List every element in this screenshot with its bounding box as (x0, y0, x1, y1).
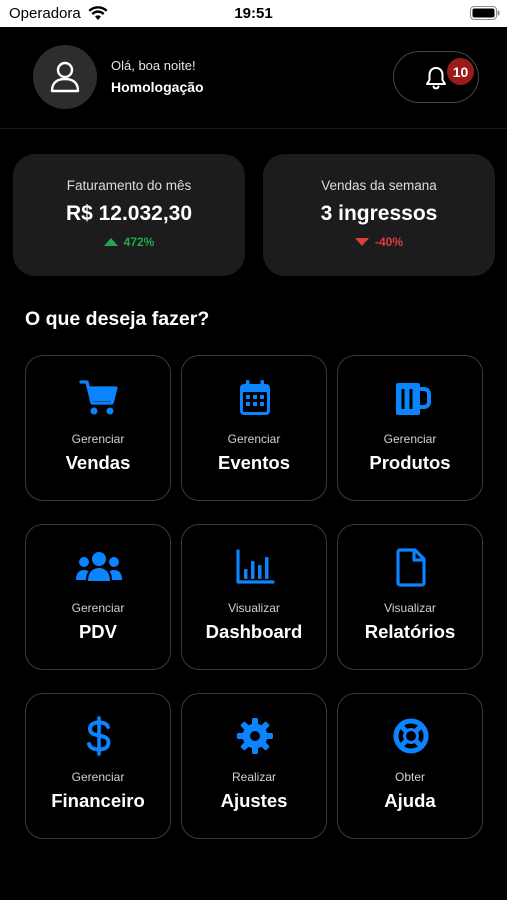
stat-change-value: -40% (374, 235, 403, 249)
clock: 19:51 (234, 5, 273, 22)
avatar[interactable] (33, 45, 97, 109)
tile-subtitle: Gerenciar (383, 432, 437, 446)
tile-title: Eventos (218, 452, 290, 473)
stat-card-weekly-sales: Vendas da semana 3 ingressos -40% (263, 154, 495, 276)
tile-subtitle: Visualizar (228, 601, 280, 615)
greeting-text: Olá, boa noite! (111, 58, 196, 73)
action-tile-eventos[interactable]: Gerenciar Eventos (181, 355, 327, 501)
notification-badge: 10 (447, 58, 474, 85)
tile-title: Dashboard (205, 621, 303, 642)
stat-card-monthly-revenue: Faturamento do mês R$ 12.032,30 472% (13, 154, 245, 276)
tile-subtitle: Obter (394, 770, 425, 784)
action-tile-pdv[interactable]: Gerenciar PDV (25, 524, 171, 670)
trend-down-icon (354, 238, 369, 246)
tile-subtitle: Gerenciar (71, 432, 125, 446)
stat-label: Vendas da semana (321, 178, 437, 193)
tile-title: Vendas (65, 452, 131, 473)
tile-subtitle: Visualizar (384, 601, 436, 615)
tile-title: Ajustes (220, 790, 288, 811)
action-tile-ajustes[interactable]: Realizar Ajustes (181, 693, 327, 839)
header-divider (0, 128, 507, 129)
tile-subtitle: Gerenciar (71, 770, 125, 784)
tile-subtitle: Realizar (231, 770, 276, 784)
tile-title: PDV (78, 621, 118, 642)
status-bar: Operadora 19:51 (0, 0, 507, 27)
bar-chart-icon (236, 549, 275, 584)
action-tile-produtos[interactable]: Gerenciar Produtos (337, 355, 483, 501)
calendar-icon (240, 380, 270, 415)
user-icon (50, 61, 80, 93)
lifebuoy-icon (393, 718, 429, 754)
users-icon (76, 552, 122, 581)
stat-change: -40% (263, 235, 495, 249)
action-tile-vendas[interactable]: Gerenciar Vendas (25, 355, 171, 501)
action-tile-relatorios[interactable]: Visualizar Relatórios (337, 524, 483, 670)
cart-icon (79, 380, 118, 415)
tile-title: Financeiro (51, 790, 145, 811)
action-tile-financeiro[interactable]: Gerenciar Financeiro (25, 693, 171, 839)
tile-title: Relatórios (364, 621, 456, 642)
tile-title: Ajuda (384, 790, 436, 811)
action-tile-dashboard[interactable]: Visualizar Dashboard (181, 524, 327, 670)
battery-icon (470, 6, 500, 20)
bell-icon (426, 67, 446, 90)
section-title: O que deseja fazer? (25, 308, 210, 330)
gear-icon (237, 718, 273, 754)
trend-up-icon (103, 238, 118, 246)
document-icon (396, 548, 426, 587)
user-name: Homologação (111, 79, 204, 95)
tile-title: Produtos (369, 452, 451, 473)
tile-subtitle: Gerenciar (227, 432, 281, 446)
stat-change-value: 472% (123, 235, 155, 249)
mug-icon (396, 383, 431, 415)
dollar-icon (87, 716, 111, 756)
stat-value: 3 ingressos (320, 202, 438, 225)
tile-subtitle: Gerenciar (71, 601, 125, 615)
stat-change: 472% (13, 235, 245, 249)
stat-label: Faturamento do mês (66, 178, 192, 193)
action-tile-ajuda[interactable]: Obter Ajuda (337, 693, 483, 839)
stat-value: R$ 12.032,30 (65, 202, 193, 225)
